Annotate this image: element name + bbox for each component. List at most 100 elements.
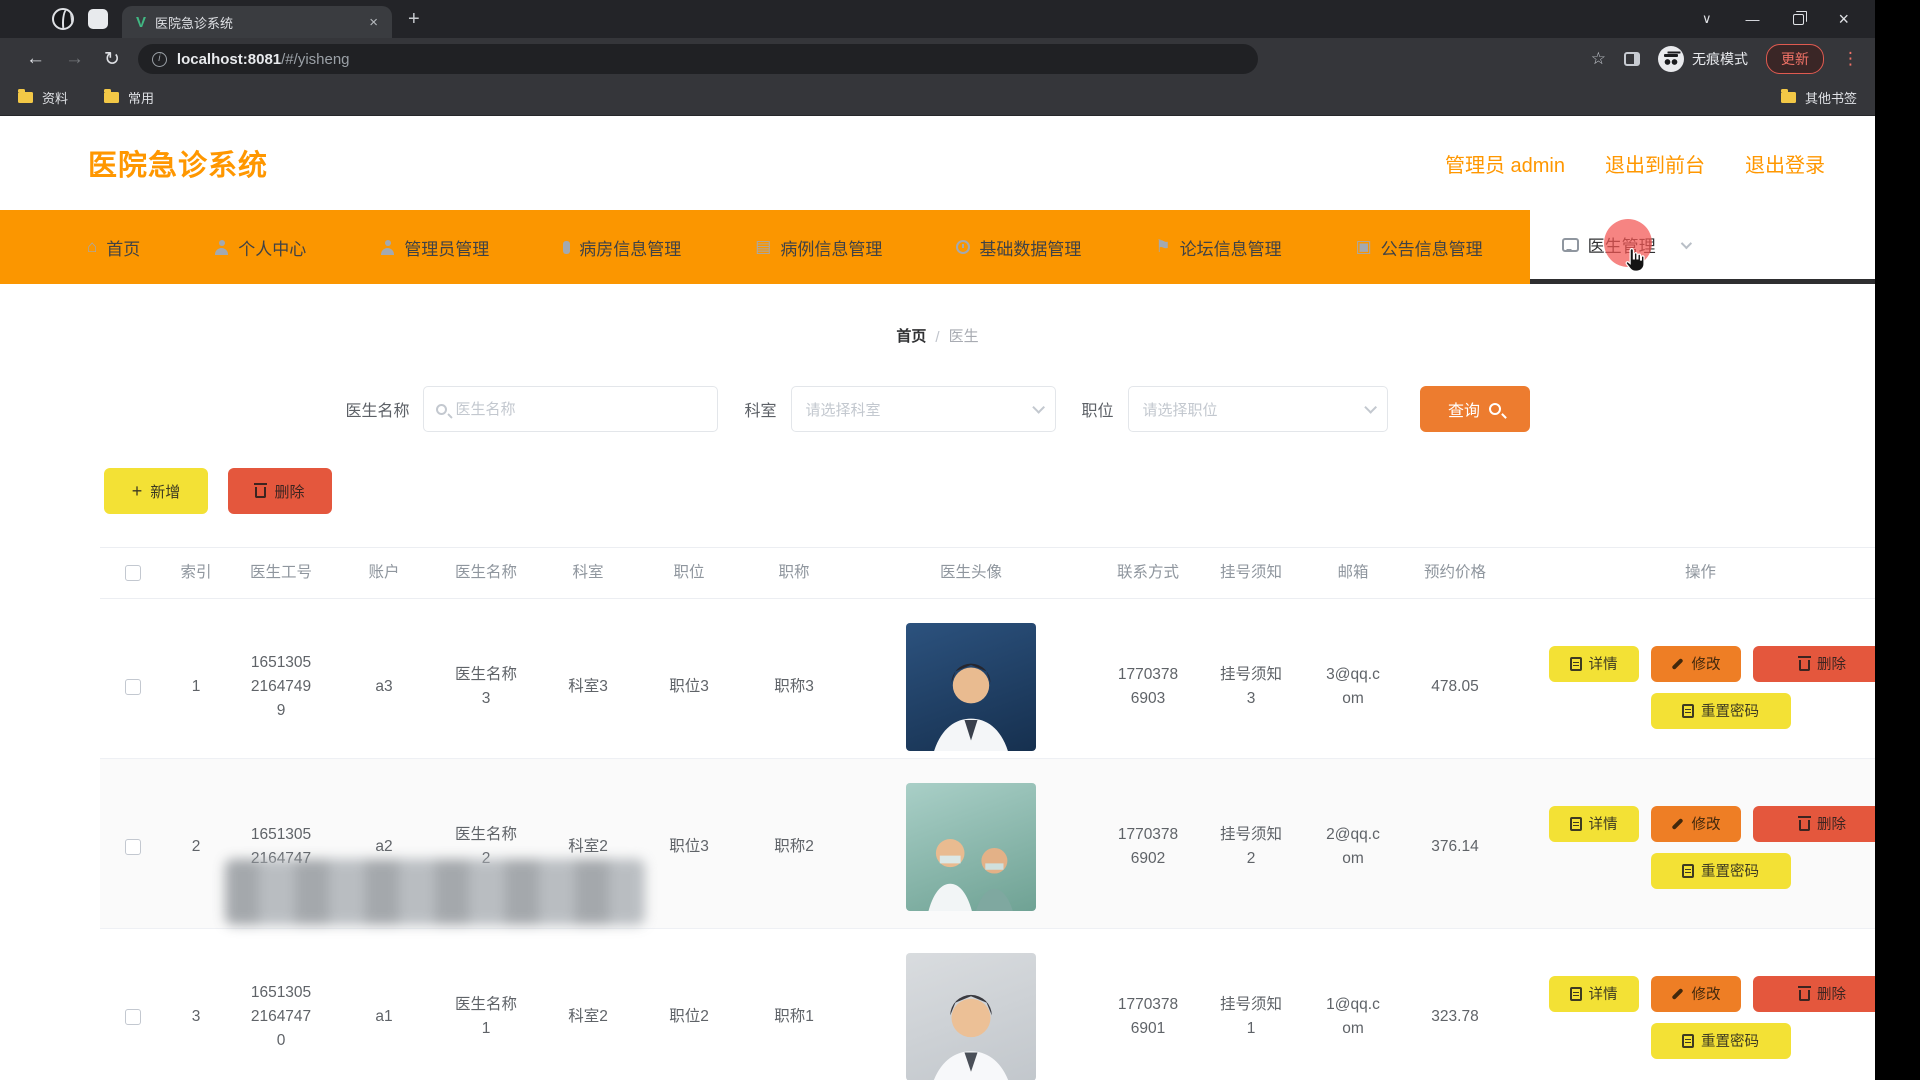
- doctor-name-input[interactable]: [455, 401, 705, 418]
- tab-close-icon[interactable]: ×: [365, 14, 382, 31]
- select-all-checkbox[interactable]: [125, 565, 141, 581]
- flag-icon: ⚑: [1155, 237, 1170, 257]
- globe-icon[interactable]: [52, 8, 74, 30]
- department-label: 科室: [744, 397, 776, 421]
- nav-item-personal-center[interactable]: 个人中心: [187, 210, 333, 284]
- side-panel-icon[interactable]: [1624, 52, 1640, 66]
- table-row: 3 1651305 2164747 0 a1 医生名称 1 科室2 职位2 职称…: [100, 929, 1875, 1080]
- address-bar[interactable]: i localhost:8081/#/yisheng: [138, 44, 1258, 74]
- browser-toolbar: ← → ↻ i localhost:8081/#/yisheng ☆ 无痕模式 …: [0, 38, 1875, 80]
- row-checkbox[interactable]: [125, 679, 141, 695]
- edit-button[interactable]: 修改: [1651, 646, 1741, 682]
- delete-button[interactable]: 删除: [228, 468, 332, 514]
- breadcrumb-home[interactable]: 首页: [896, 325, 926, 346]
- site-header: 医院急诊系统 管理员 admin 退出到前台 退出登录: [0, 116, 1875, 210]
- position-select[interactable]: 请选择职位: [1128, 386, 1388, 432]
- nav-item-home[interactable]: ⌂ 首页: [60, 210, 167, 284]
- nav-item-notice-info[interactable]: ▣ 公告信息管理: [1329, 210, 1510, 284]
- tab-title: 医院急诊系统: [155, 13, 365, 32]
- search-button[interactable]: 查询: [1420, 386, 1530, 432]
- chevron-down-icon: [1032, 401, 1045, 414]
- user-icon: [214, 240, 229, 255]
- edit-button[interactable]: 修改: [1651, 976, 1741, 1012]
- desktop-black-strip: [1875, 0, 1920, 1080]
- table-row: 1 1651305 2164749 9 a3 医生名称 3 科室3 职位3 职称…: [100, 599, 1875, 759]
- table-header-row: 索引 医生工号 账户 医生名称 科室 职位 职称 医生头像 联系方式 挂号须知 …: [100, 547, 1875, 599]
- home-icon: ⌂: [87, 237, 97, 257]
- exit-to-front-link[interactable]: 退出到前台: [1605, 149, 1705, 178]
- search-icon: [436, 404, 447, 415]
- position-label: 职位: [1082, 397, 1114, 421]
- doctor-table: 索引 医生工号 账户 医生名称 科室 职位 职称 医生头像 联系方式 挂号须知 …: [100, 547, 1875, 1080]
- plus-icon: +: [132, 481, 143, 502]
- other-bookmarks[interactable]: 其他书签: [1781, 88, 1857, 107]
- doctor-name-label: 医生名称: [345, 397, 409, 421]
- pencil-icon: [1671, 657, 1685, 671]
- trash-icon: [1799, 820, 1810, 831]
- add-button[interactable]: + 新增: [104, 468, 208, 514]
- detail-button[interactable]: 详情: [1549, 976, 1639, 1012]
- table-actions: + 新增 删除: [104, 468, 1875, 514]
- new-tab-button[interactable]: +: [408, 8, 420, 31]
- nav-item-forum-info[interactable]: ⚑ 论坛信息管理: [1128, 210, 1308, 284]
- row-checkbox[interactable]: [125, 839, 141, 855]
- site-info-icon[interactable]: i: [152, 52, 167, 67]
- url-path: /#/yisheng: [281, 51, 349, 68]
- edit-button[interactable]: 修改: [1651, 806, 1741, 842]
- hand-cursor-icon: [1622, 246, 1648, 274]
- doctor-name-input-wrap: [423, 386, 718, 432]
- bookmark-folder-ziliao[interactable]: 资料: [18, 88, 68, 107]
- update-button[interactable]: 更新: [1766, 44, 1824, 74]
- detail-button[interactable]: 详情: [1549, 806, 1639, 842]
- admin-user-label: 管理员 admin: [1445, 149, 1565, 178]
- bookmark-star-icon[interactable]: ☆: [1591, 49, 1606, 69]
- forward-button[interactable]: →: [65, 48, 84, 70]
- bookmark-folder-changyong[interactable]: 常用: [104, 88, 154, 107]
- doctor-avatar: [906, 623, 1036, 751]
- url-host: localhost:8081: [177, 51, 281, 68]
- document-icon: ▤: [755, 237, 771, 257]
- row-delete-button[interactable]: 删除: [1753, 646, 1876, 682]
- reset-password-button[interactable]: 重置密码: [1651, 1023, 1791, 1059]
- nav-item-base-data[interactable]: 基础数据管理: [929, 210, 1108, 284]
- minimize-button[interactable]: —: [1745, 11, 1759, 27]
- nav-item-case-info[interactable]: ▤ 病例信息管理: [728, 210, 909, 284]
- window-chevron-icon[interactable]: ∨: [1702, 11, 1712, 27]
- nav-item-admin-management[interactable]: 管理员管理: [353, 210, 516, 284]
- folder-icon: [1781, 92, 1796, 103]
- chevron-down-icon: [1680, 237, 1691, 248]
- notice-icon: ▣: [1356, 237, 1372, 257]
- folder-icon: [18, 92, 33, 103]
- detail-button[interactable]: 详情: [1549, 646, 1639, 682]
- nav-item-ward-info[interactable]: 病房信息管理: [536, 210, 708, 284]
- back-button[interactable]: ←: [26, 48, 45, 70]
- logout-link[interactable]: 退出登录: [1745, 149, 1825, 178]
- breadcrumb-separator: /: [935, 329, 939, 346]
- restore-button[interactable]: [1793, 14, 1804, 25]
- row-delete-button[interactable]: 删除: [1753, 806, 1876, 842]
- vue-logo-icon: V: [136, 14, 146, 31]
- reload-button[interactable]: ↻: [104, 48, 120, 71]
- trash-icon: [1799, 660, 1810, 671]
- window-close-button[interactable]: ×: [1838, 9, 1849, 30]
- document-icon: [1682, 864, 1694, 878]
- search-icon: [1489, 403, 1501, 415]
- row-delete-button[interactable]: 删除: [1753, 976, 1876, 1012]
- folder-icon: [104, 92, 119, 103]
- breadcrumb: 首页 / 医生: [0, 284, 1875, 384]
- reset-password-button[interactable]: 重置密码: [1651, 853, 1791, 889]
- row-checkbox[interactable]: [125, 1009, 141, 1025]
- user-icon: [380, 240, 395, 255]
- doctor-avatar: [906, 783, 1036, 911]
- nav-item-doctor-management[interactable]: 医生管理: [1530, 210, 1875, 284]
- window-icon[interactable]: [88, 9, 108, 29]
- browser-tab[interactable]: V 医院急诊系统 ×: [122, 6, 392, 38]
- incognito-icon: [1658, 46, 1684, 72]
- reset-password-button[interactable]: 重置密码: [1651, 693, 1791, 729]
- department-select[interactable]: 请选择科室: [791, 386, 1056, 432]
- menu-kebab-icon[interactable]: ⋮: [1842, 49, 1859, 69]
- document-icon: [1570, 657, 1582, 671]
- document-icon: [1570, 817, 1582, 831]
- chevron-down-icon: [1364, 401, 1377, 414]
- main-nav: ⌂ 首页 个人中心 管理员管理 病房信息管理 ▤ 病例信息管理 基础数据管理 ⚑…: [0, 210, 1875, 284]
